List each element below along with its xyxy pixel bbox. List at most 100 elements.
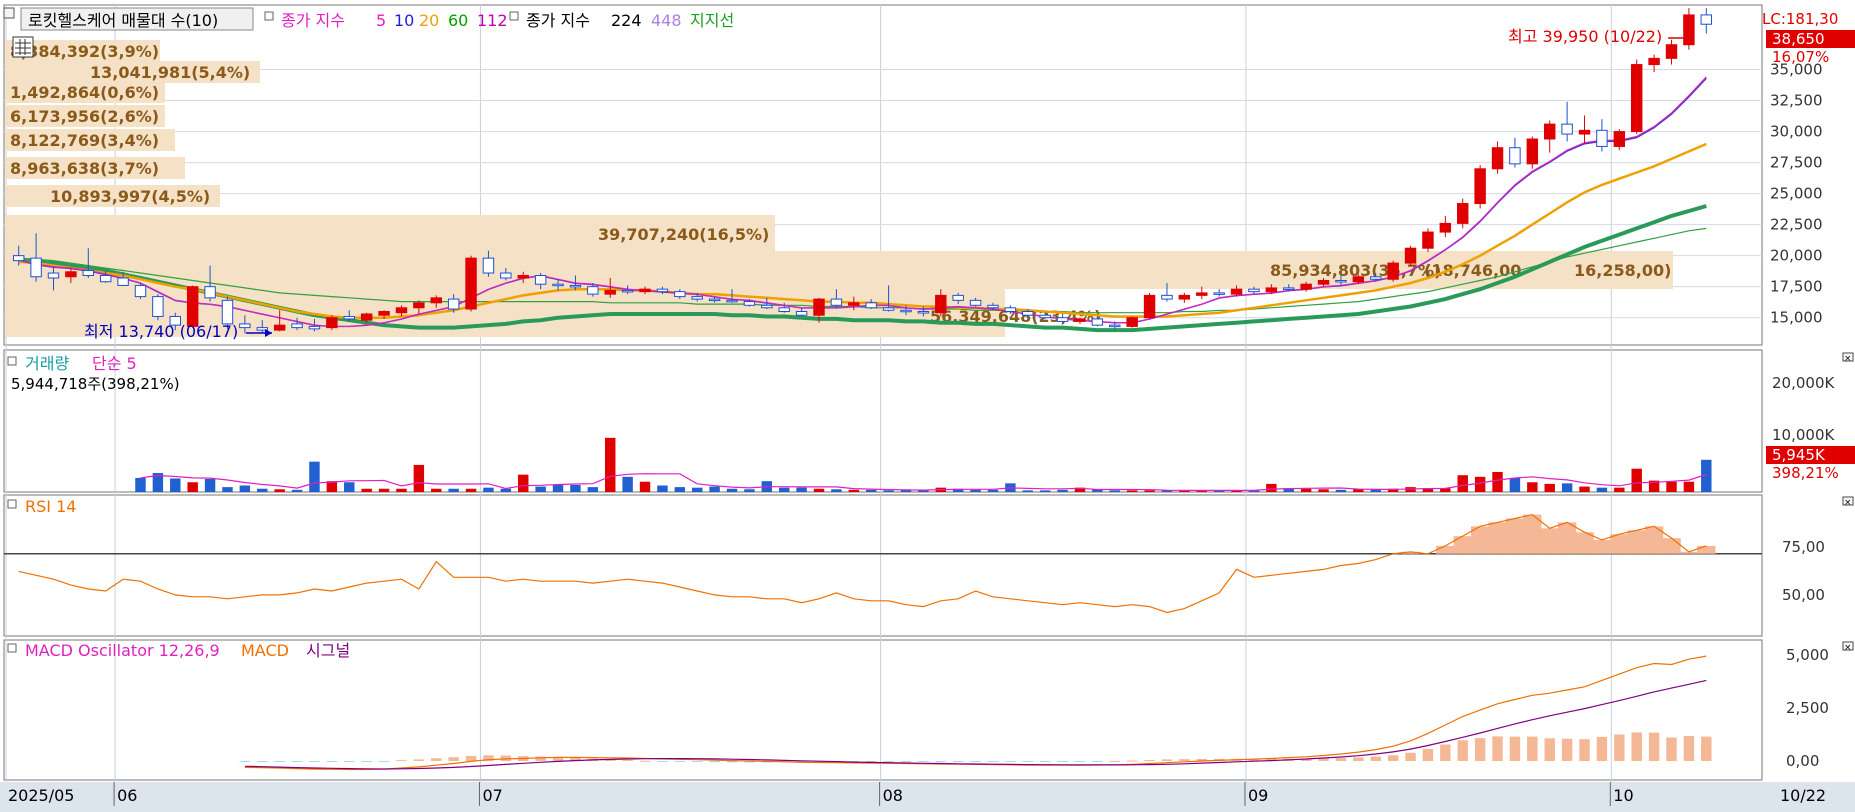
volume-label[interactable]: 거래량 bbox=[25, 354, 69, 373]
price-y-axis: 35,000 32,500 30,000 27,500 25,000 22,500 20,0… bbox=[1770, 61, 1823, 327]
volume-bar bbox=[309, 461, 320, 492]
x-axis-end-label: 10/22 bbox=[1780, 786, 1826, 805]
volume-box-icon bbox=[7, 356, 17, 366]
ma-period-labels[interactable]: 5 10 20 60 112 bbox=[376, 11, 508, 30]
calculator-icon[interactable] bbox=[12, 36, 34, 58]
ma-224-label[interactable]: 224 bbox=[611, 11, 642, 30]
volume-profile-label: 8,122,769(3,4%) bbox=[10, 131, 159, 150]
volume-bar bbox=[744, 489, 755, 492]
volume-bar bbox=[448, 488, 459, 492]
candle-body bbox=[1404, 247, 1417, 264]
volume-ma-line bbox=[140, 473, 1707, 491]
volume-bar bbox=[639, 481, 651, 492]
candle-body bbox=[152, 296, 164, 317]
macd-close-icon[interactable]: × bbox=[1842, 641, 1854, 653]
volume-ma-label[interactable]: 단순 5 bbox=[92, 354, 137, 373]
volume-bar bbox=[239, 485, 251, 492]
macd-oscillator-bar bbox=[918, 761, 929, 762]
ma-448-label[interactable]: 448 bbox=[651, 11, 682, 30]
rsi-tick-75: 75,00 bbox=[1782, 538, 1825, 556]
window-icon[interactable] bbox=[3, 7, 15, 19]
candle-body bbox=[604, 289, 616, 295]
panel-frame bbox=[3, 494, 1763, 637]
macd-oscillator-bar bbox=[239, 761, 251, 763]
volume-bar bbox=[813, 488, 825, 492]
volume-value: 5,944,718주(398,21%) bbox=[11, 375, 180, 393]
volume-bar bbox=[848, 489, 860, 492]
candle-body bbox=[65, 271, 77, 278]
candle-body bbox=[482, 257, 495, 274]
x-axis-label: 2025/05 bbox=[8, 786, 74, 805]
price-tick-label: 27,500 bbox=[1770, 154, 1823, 172]
volume-bar bbox=[1579, 486, 1590, 492]
macd-oscillator-bar bbox=[952, 761, 964, 762]
candle-body bbox=[969, 299, 982, 306]
candle-body bbox=[1178, 294, 1191, 300]
volume-bar bbox=[291, 489, 303, 492]
candle-body bbox=[82, 270, 95, 277]
macd-oscillator-bar bbox=[257, 761, 268, 762]
x-axis-label: 08 bbox=[883, 786, 903, 805]
candle-body bbox=[1300, 283, 1312, 290]
candle-body bbox=[952, 294, 964, 301]
x-axis-label: 07 bbox=[482, 786, 502, 805]
macd-oscillator-bar bbox=[1335, 758, 1347, 761]
macd-oscillator-bar bbox=[1561, 738, 1573, 761]
macd-oscillator-bar bbox=[291, 761, 303, 763]
ma-period-112[interactable]: 112 bbox=[477, 11, 508, 30]
candle-body bbox=[795, 310, 808, 316]
volume-bar bbox=[1614, 487, 1625, 492]
candle-body bbox=[1283, 287, 1295, 290]
macd-box-icon bbox=[7, 643, 17, 653]
candle-body bbox=[691, 296, 703, 300]
candle-body bbox=[656, 288, 669, 293]
candle-body bbox=[1056, 317, 1069, 322]
macd-oscillator-bar bbox=[1318, 758, 1329, 761]
macd-oscillator-bar bbox=[309, 761, 320, 763]
candle-body bbox=[186, 286, 199, 327]
candle-body bbox=[291, 323, 303, 329]
volume-bar bbox=[1474, 476, 1486, 492]
volume-bar bbox=[222, 487, 233, 492]
macd-oscillator-bar bbox=[1457, 740, 1468, 761]
volume-bar bbox=[257, 488, 268, 492]
ma-period-60[interactable]: 60 bbox=[448, 11, 468, 30]
candle-body bbox=[1491, 147, 1504, 170]
support-line-label[interactable]: 지지선 bbox=[690, 11, 734, 30]
candle-body bbox=[500, 272, 512, 279]
volume-bar bbox=[1144, 490, 1155, 492]
candle-body bbox=[30, 257, 42, 278]
candle-body bbox=[848, 302, 860, 306]
ma-period-20[interactable]: 20 bbox=[419, 11, 439, 30]
volume-tick-10000k: 10,000K bbox=[1772, 426, 1835, 444]
price-tick-label: 25,000 bbox=[1770, 185, 1823, 203]
close-index-label[interactable]: 종가 지수 bbox=[281, 11, 345, 30]
close-index-label-2[interactable]: 종가 지수 bbox=[526, 11, 590, 30]
macd-oscillator-bar bbox=[1648, 732, 1660, 761]
legend-box-icon-2 bbox=[509, 11, 519, 21]
candle-body bbox=[1091, 318, 1104, 326]
rsi-label[interactable]: RSI 14 bbox=[25, 497, 76, 516]
macd-osc-label[interactable]: MACD Oscillator 12,26,9 bbox=[25, 641, 220, 660]
ma-period-10[interactable]: 10 bbox=[394, 11, 414, 30]
candle-body bbox=[674, 291, 686, 298]
macd-oscillator-bar bbox=[987, 761, 999, 762]
volume-bar bbox=[1266, 483, 1277, 492]
macd-tick-2500: 2,500 bbox=[1786, 699, 1829, 717]
ma-period-5[interactable]: 5 bbox=[376, 11, 386, 30]
macd-label[interactable]: MACD bbox=[241, 641, 289, 660]
rsi-close-icon[interactable]: × bbox=[1842, 496, 1854, 508]
rsi-series bbox=[4, 513, 1762, 614]
svg-text:×: × bbox=[1844, 354, 1852, 364]
volume-bar bbox=[570, 484, 581, 492]
candle-body bbox=[221, 299, 234, 325]
candle-body bbox=[1022, 310, 1034, 316]
volume-close-icon[interactable]: × bbox=[1842, 352, 1854, 364]
candle-body bbox=[360, 313, 373, 321]
candle-body bbox=[1248, 288, 1260, 293]
macd-oscillator-bar bbox=[1422, 748, 1434, 761]
candle-body bbox=[1213, 292, 1225, 295]
candle-body bbox=[1004, 307, 1017, 312]
volume-bar bbox=[170, 478, 181, 492]
signal-label[interactable]: 시그널 bbox=[306, 641, 350, 660]
